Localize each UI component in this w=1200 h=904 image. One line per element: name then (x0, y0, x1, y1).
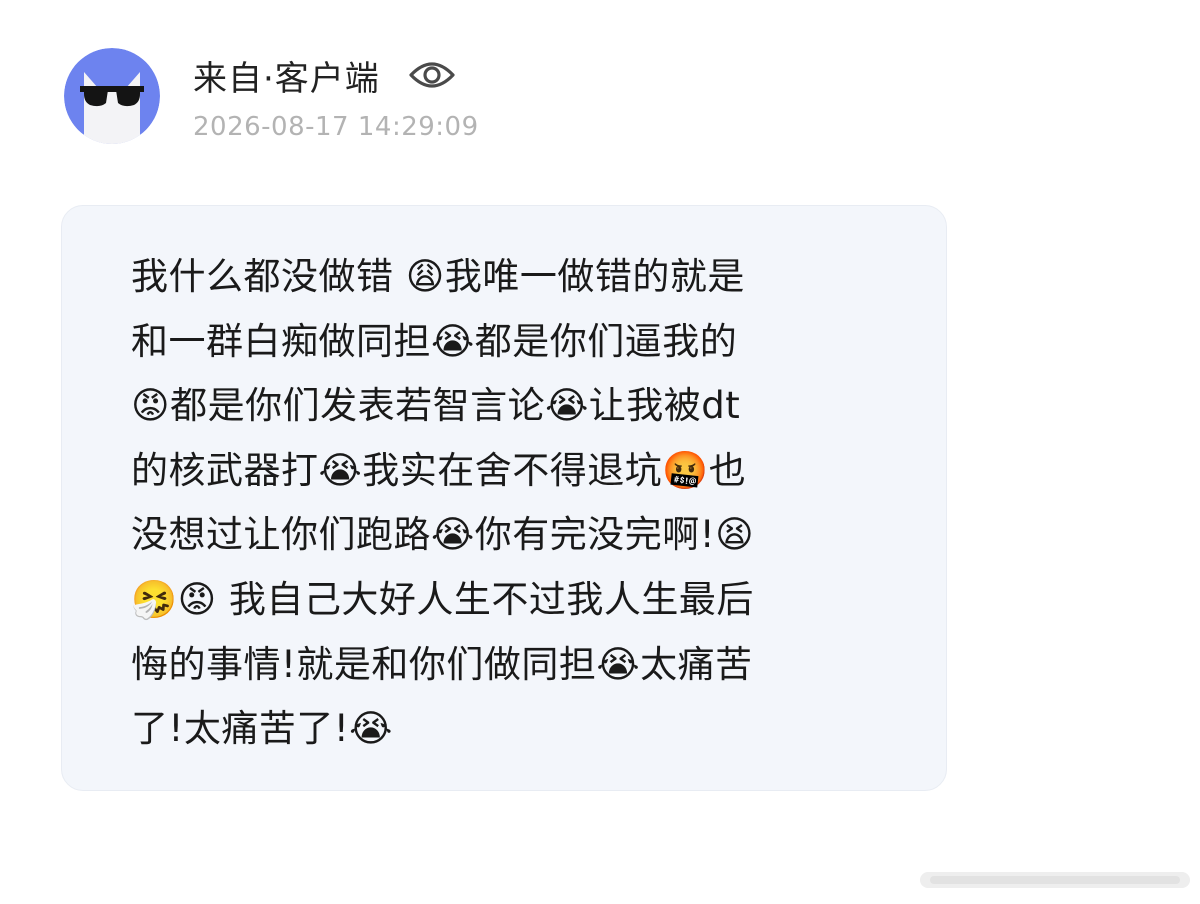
post-card: 来自·客户端 2026-08-17 14:29:09 我什么都没做错 😩我唯一做… (0, 0, 1200, 904)
message-line: 😡都是你们发表若智言论😭让我被dt (131, 384, 741, 428)
message-line: 和一群白痴做同担😭都是你们逼我的 (131, 319, 738, 363)
eye-icon[interactable] (408, 55, 456, 95)
message-line: 🤧😡 我自己大好人生不过我人生最后 (131, 577, 754, 621)
cat-sunglasses-avatar-icon (64, 48, 160, 144)
post-timestamp: 2026-08-17 14:29:09 (193, 112, 479, 142)
author-name[interactable]: 来自·客户端 (193, 51, 380, 100)
author-row: 来自·客户端 (193, 51, 456, 100)
message-line: 我什么都没做错 😩我唯一做错的就是 (131, 255, 745, 298)
watermark-blur (920, 872, 1190, 888)
message-line: 的核武器打😭我实在舍不得退坑🤬也 (131, 448, 747, 492)
message-line: 悔的事情!就是和你们做同担😭太痛苦 (131, 642, 753, 686)
message-text: 我什么都没做错 😩我唯一做错的就是 和一群白痴做同担😭都是你们逼我的 😡都是你们… (131, 245, 871, 762)
message-line: 了!太痛苦了!😭 (131, 707, 393, 751)
message-line: 没想过让你们跑路😭你有完没完啊!😫 (131, 513, 755, 557)
avatar[interactable] (64, 48, 160, 144)
